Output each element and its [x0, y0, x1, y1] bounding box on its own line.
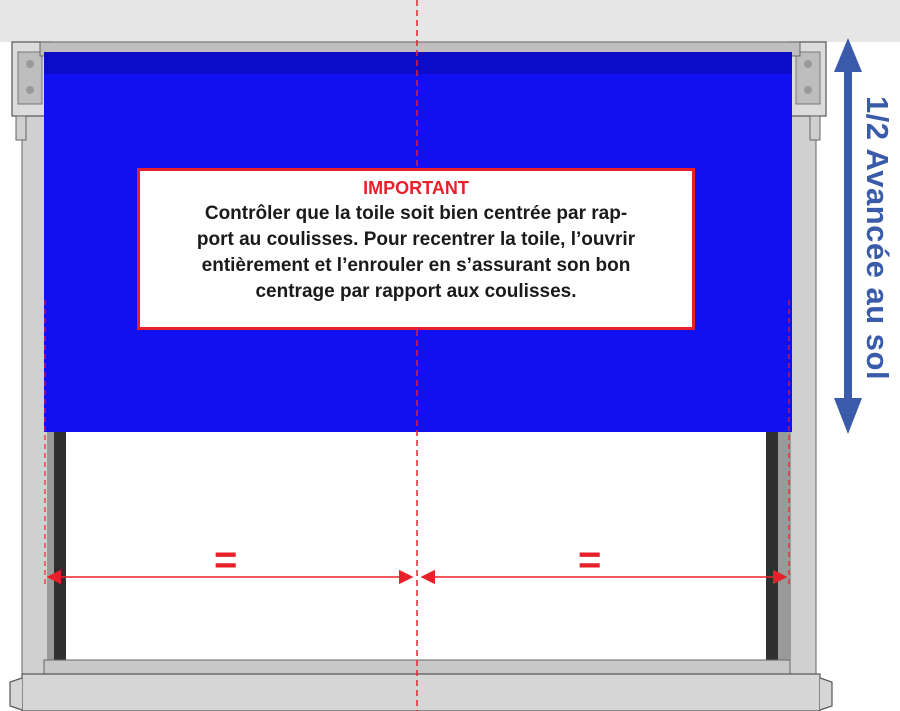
- equal-mark-right: =: [578, 538, 602, 582]
- equal-mark-left: =: [214, 538, 238, 582]
- ceiling: [0, 0, 900, 42]
- notice-line: Contrôler que la toile soit bien centrée…: [204, 203, 628, 224]
- fabric-roll: [44, 52, 792, 74]
- important-notice: IMPORTANT Contrôler que la toile soit bi…: [137, 168, 695, 330]
- roller-blind-diagram: [0, 0, 900, 711]
- half-projection-arrow: [834, 38, 862, 434]
- bottom-rail: [9, 659, 833, 711]
- notice-line: centrage par rapport aux coulisses.: [255, 281, 577, 302]
- notice-line: entièrement et l’enrouler en s’assurant …: [201, 255, 631, 276]
- notice-title: IMPORTANT: [363, 178, 469, 198]
- notice-body: Contrôler que la toile soit bien centrée…: [140, 201, 692, 305]
- notice-line: port au coulisses. Pour recentrer la toi…: [196, 229, 636, 250]
- half-projection-label: 1/2 Avancée au sol: [860, 95, 895, 381]
